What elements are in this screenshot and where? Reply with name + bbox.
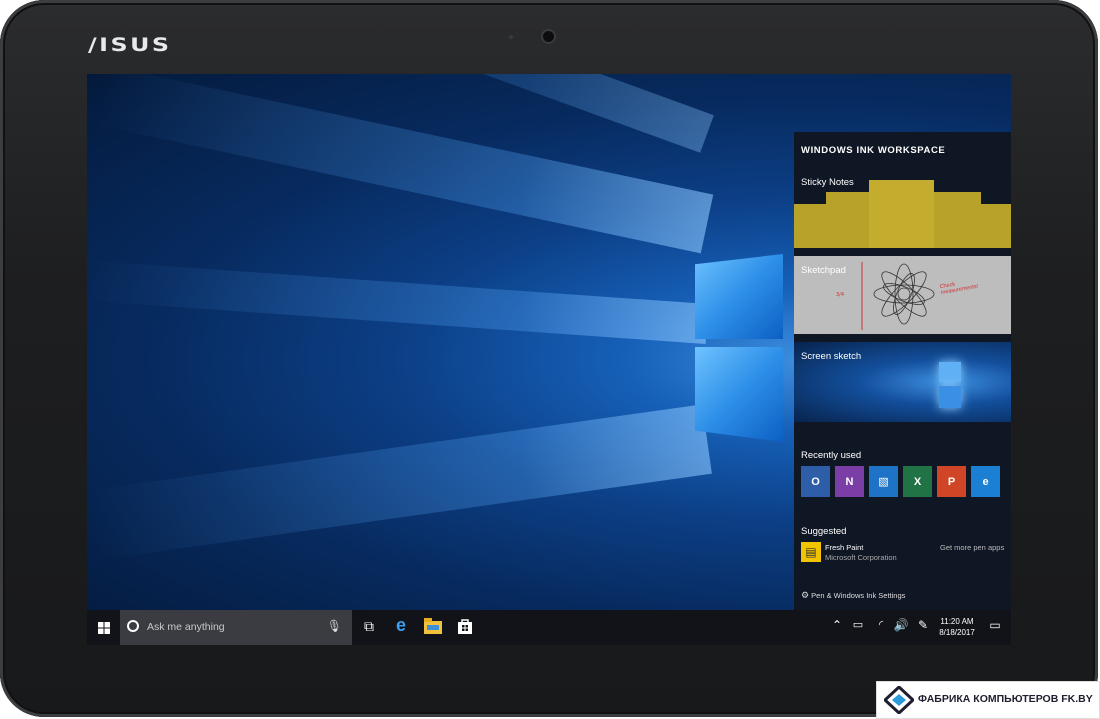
edge-browser-icon[interactable]: e [391,615,411,636]
wallpaper-beam [87,260,709,344]
camera-icon [543,31,554,42]
ink-settings-link[interactable]: ⚙ Pen & Windows Ink Settings [801,590,905,601]
file-explorer-icon[interactable] [423,618,443,637]
screen-sketch-tile[interactable]: Screen sketch [794,342,1011,422]
action-center-icon[interactable]: ▭ [985,618,1005,632]
brand-logo: /ISUS [88,34,172,56]
recently-used-tiles: O N ▧ X Pe [801,466,1000,497]
light-sensor [509,35,513,39]
wallpaper-beam [88,404,712,560]
excel-icon[interactable]: X [903,466,932,497]
watermark: ФАБРИКА КОМПЬЮТЕРОВ FK.BY [876,681,1100,719]
powerpoint-icon[interactable]: P [937,466,966,497]
microphone-icon[interactable]: 🎙 [327,619,342,633]
screen-sketch-preview-pane [939,386,961,408]
gear-icon: ⚙ [801,590,810,600]
suggested-label: Suggested [801,526,847,537]
show-hidden-icons-chevron-icon[interactable]: ⌃ [827,618,847,632]
photos-icon[interactable]: ▧ [869,466,898,497]
store-icon[interactable] [455,618,475,637]
sticky-notes-tile[interactable] [794,180,1011,248]
windows-logo-pane [695,254,783,339]
battery-icon[interactable]: ▭ [848,618,868,631]
outlook-icon[interactable]: O [801,466,830,497]
desktop-screen: WINDOWS INK WORKSPACE Sticky Notes Sketc… [87,74,1011,645]
ink-settings-label: Pen & Windows Ink Settings [811,591,906,600]
windows-ink-pen-icon[interactable]: ✎ [913,618,933,632]
clock[interactable]: 11:20 AM 8/18/2017 [937,616,977,638]
onenote-icon[interactable]: N [835,466,864,497]
windows-logo-pane [695,347,783,442]
edge-icon[interactable]: e [971,466,1000,497]
task-view-icon[interactable]: ⧉ [359,618,379,635]
taskbar: Ask me anything 🎙 ⧉ e ⌃ ▭ ◜ 🔊 ✎ 11:20 AM… [87,610,1011,645]
start-button[interactable] [98,621,110,639]
wifi-icon[interactable]: ◜ [871,618,891,631]
folder-icon [424,618,442,634]
ink-workspace-panel: WINDOWS INK WORKSPACE Sticky Notes Sketc… [794,132,1011,610]
suggested-app-publisher: Microsoft Corporation [825,553,897,562]
ink-workspace-title: WINDOWS INK WORKSPACE [801,145,946,156]
shopping-bag-icon [458,619,472,634]
fresh-paint-icon[interactable]: ▤ [801,542,821,562]
get-more-pen-apps-link[interactable]: Get more pen apps [940,543,1004,552]
clock-date: 8/18/2017 [939,628,975,637]
clock-time: 11:20 AM [940,617,974,626]
screen-sketch-label: Screen sketch [801,351,862,362]
sketchpad-tile[interactable]: Sketchpad 3/4 Check measurements! [794,256,1011,334]
windows-logo-icon [98,622,110,634]
search-placeholder: Ask me anything [147,621,225,633]
recently-used-label: Recently used [801,450,862,461]
cortana-icon [127,620,139,632]
sticky-note [869,180,934,248]
svg-text:3/4: 3/4 [836,292,844,298]
watermark-text: ФАБРИКА КОМПЬЮТЕРОВ FK.BY [918,693,1093,705]
suggested-app-name[interactable]: Fresh Paint [825,543,863,552]
watermark-logo-icon [884,686,914,714]
volume-icon[interactable]: 🔊 [891,618,911,632]
cortana-search-box[interactable]: Ask me anything 🎙 [120,610,352,645]
sketch-flower-drawing: 3/4 [836,262,935,330]
screen-sketch-preview-pane [939,362,961,382]
